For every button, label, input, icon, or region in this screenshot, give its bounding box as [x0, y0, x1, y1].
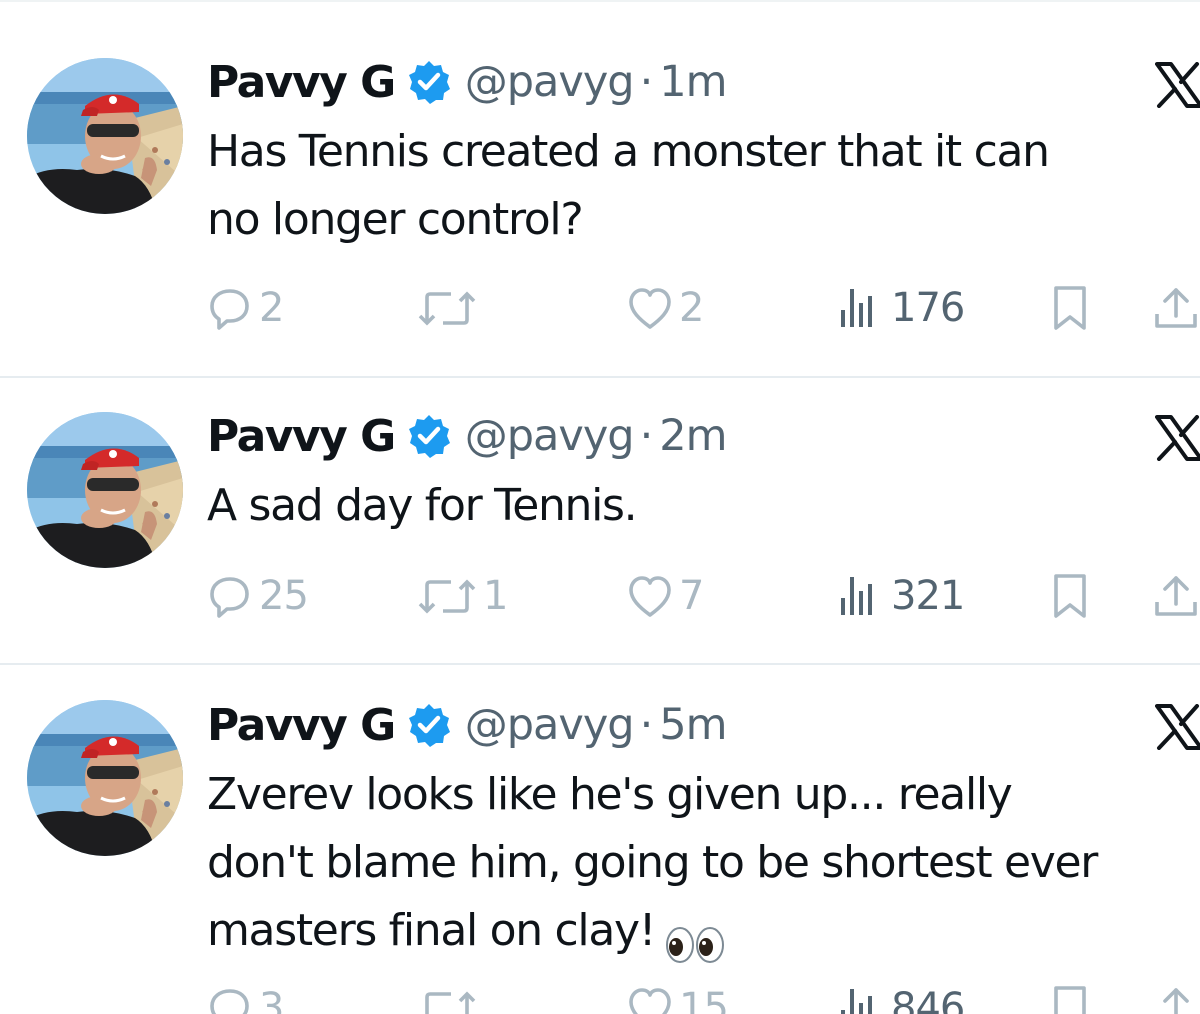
avatar[interactable] — [27, 58, 183, 214]
retweet-button[interactable]: 1 — [417, 571, 508, 621]
share-upload-icon — [1152, 984, 1200, 1014]
share-button[interactable] — [1152, 283, 1200, 333]
separator-dot: · — [639, 57, 654, 107]
bookmark-icon — [1049, 984, 1091, 1014]
author-name[interactable]: Pavvy G — [207, 57, 396, 108]
bar-chart-icon — [839, 573, 875, 619]
retweet-button[interactable] — [417, 983, 483, 1014]
avatar[interactable] — [27, 700, 183, 856]
like-button[interactable]: 2 — [627, 283, 704, 333]
reply-button[interactable]: 3 — [207, 983, 284, 1014]
tweet-timestamp[interactable]: 2m — [659, 411, 727, 461]
share-button[interactable] — [1152, 571, 1200, 621]
author-handle[interactable]: @pavyg — [465, 700, 635, 750]
bookmark-button[interactable] — [1049, 983, 1091, 1014]
tweet-text: Has Tennis created a monster that it can… — [207, 126, 1050, 245]
avatar[interactable] — [27, 412, 183, 568]
retweet-button[interactable] — [417, 283, 483, 333]
tweet-card[interactable]: Pavvy G @pavyg · 5m Zverev looks like he… — [0, 665, 1200, 1014]
heart-icon — [627, 985, 673, 1014]
like-button[interactable]: 15 — [627, 983, 729, 1014]
reply-button[interactable]: 25 — [207, 571, 309, 621]
bar-chart-icon — [839, 285, 875, 331]
eyes-emoji-icon — [665, 915, 727, 963]
tweet-timestamp[interactable]: 5m — [659, 700, 727, 750]
retweet-arrows-icon — [417, 985, 477, 1014]
tweet-actions: 2 2 176 — [207, 283, 1200, 333]
author-handle[interactable]: @pavyg — [465, 57, 635, 107]
speech-bubble-icon — [207, 985, 253, 1014]
verified-badge-icon — [407, 414, 451, 458]
tweet-card[interactable]: Pavvy G @pavyg · 2m A sad day for Tennis… — [0, 378, 1200, 665]
x-logo-icon — [1155, 415, 1200, 461]
speech-bubble-icon — [207, 285, 253, 331]
heart-icon — [627, 285, 673, 331]
view-count: 176 — [891, 285, 965, 331]
tweet-actions: 3 15 846 — [207, 983, 1200, 1014]
views-button[interactable]: 846 — [839, 983, 965, 1014]
reply-count: 2 — [259, 285, 284, 331]
tweet-timestamp[interactable]: 1m — [659, 57, 727, 107]
retweet-count: 1 — [483, 573, 508, 619]
tweet-text: A sad day for Tennis. — [207, 480, 638, 531]
speech-bubble-icon — [207, 573, 253, 619]
author-name[interactable]: Pavvy G — [207, 411, 396, 462]
bookmark-button[interactable] — [1049, 571, 1091, 621]
views-button[interactable]: 321 — [839, 571, 965, 621]
tweet-header: Pavvy G @pavyg · 2m — [207, 406, 728, 466]
like-count: 15 — [679, 985, 729, 1014]
tweet-header: Pavvy G @pavyg · 5m — [207, 695, 728, 755]
bookmark-icon — [1049, 284, 1091, 332]
tweet-card[interactable]: Pavvy G @pavyg · 1m Has Tennis created a… — [0, 2, 1200, 378]
verified-badge-icon — [407, 60, 451, 104]
separator-dot: · — [639, 411, 654, 461]
author-handle[interactable]: @pavyg — [465, 411, 635, 461]
tweet-text: Zverev looks like he's given up... reall… — [207, 761, 1200, 965]
heart-icon — [627, 573, 673, 619]
tweet-header: Pavvy G @pavyg · 1m — [207, 52, 728, 112]
view-count: 846 — [891, 985, 965, 1014]
bookmark-icon — [1049, 572, 1091, 620]
bookmark-button[interactable] — [1049, 283, 1091, 333]
author-name[interactable]: Pavvy G — [207, 700, 396, 751]
separator-dot: · — [639, 700, 654, 750]
tweet-actions: 25 1 7 321 — [207, 571, 1200, 621]
share-upload-icon — [1152, 572, 1200, 620]
bar-chart-icon — [839, 985, 875, 1014]
tweet-feed: Pavvy G @pavyg · 1m Has Tennis created a… — [0, 0, 1200, 1014]
tweet-text-content: Zverev looks like he's given up... reall… — [207, 769, 1098, 956]
share-button[interactable] — [1152, 983, 1200, 1014]
reply-count: 3 — [259, 985, 284, 1014]
like-count: 2 — [679, 285, 704, 331]
view-count: 321 — [891, 573, 965, 619]
reply-count: 25 — [259, 573, 309, 619]
retweet-arrows-icon — [417, 573, 477, 619]
views-button[interactable]: 176 — [839, 283, 965, 333]
share-upload-icon — [1152, 284, 1200, 332]
like-count: 7 — [679, 573, 704, 619]
verified-badge-icon — [407, 703, 451, 747]
x-logo-icon — [1155, 704, 1200, 750]
retweet-arrows-icon — [417, 285, 477, 331]
like-button[interactable]: 7 — [627, 571, 704, 621]
reply-button[interactable]: 2 — [207, 283, 284, 333]
x-logo-icon — [1155, 62, 1200, 108]
